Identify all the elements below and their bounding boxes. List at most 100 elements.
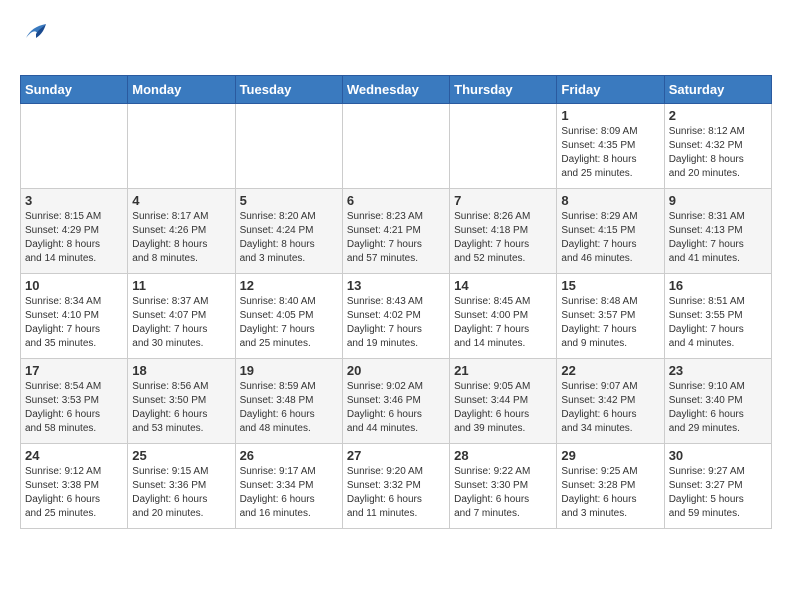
calendar-cell: 23 Sunrise: 9:10 AM Sunset: 3:40 PM Dayli… bbox=[664, 359, 771, 444]
calendar-cell: 9 Sunrise: 8:31 AM Sunset: 4:13 PM Daylig… bbox=[664, 189, 771, 274]
day-number: 29 bbox=[561, 448, 659, 463]
calendar-header-row: SundayMondayTuesdayWednesdayThursdayFrid… bbox=[21, 76, 772, 104]
day-info: Sunrise: 8:09 AM Sunset: 4:35 PM Dayligh… bbox=[561, 125, 659, 181]
day-number: 21 bbox=[454, 363, 552, 378]
day-info: Sunrise: 9:05 AM Sunset: 3:44 PM Dayligh… bbox=[454, 380, 552, 436]
day-info: Sunrise: 8:17 AM Sunset: 4:26 PM Dayligh… bbox=[132, 210, 230, 266]
day-info: Sunrise: 9:07 AM Sunset: 3:42 PM Dayligh… bbox=[561, 380, 659, 436]
calendar-table: SundayMondayTuesdayWednesdayThursdayFrid… bbox=[20, 75, 772, 529]
day-number: 3 bbox=[25, 193, 123, 208]
day-info: Sunrise: 8:43 AM Sunset: 4:02 PM Dayligh… bbox=[347, 295, 445, 351]
calendar-cell: 29 Sunrise: 9:25 AM Sunset: 3:28 PM Dayli… bbox=[557, 444, 664, 529]
day-info: Sunrise: 9:02 AM Sunset: 3:46 PM Dayligh… bbox=[347, 380, 445, 436]
calendar-week-row: 17 Sunrise: 8:54 AM Sunset: 3:53 PM Dayli… bbox=[21, 359, 772, 444]
calendar-cell: 12 Sunrise: 8:40 AM Sunset: 4:05 PM Dayli… bbox=[235, 274, 342, 359]
day-number: 10 bbox=[25, 278, 123, 293]
column-header-wednesday: Wednesday bbox=[342, 76, 449, 104]
day-number: 14 bbox=[454, 278, 552, 293]
day-info: Sunrise: 9:15 AM Sunset: 3:36 PM Dayligh… bbox=[132, 465, 230, 521]
calendar-cell: 18 Sunrise: 8:56 AM Sunset: 3:50 PM Dayli… bbox=[128, 359, 235, 444]
calendar-cell: 27 Sunrise: 9:20 AM Sunset: 3:32 PM Dayli… bbox=[342, 444, 449, 529]
day-number: 19 bbox=[240, 363, 338, 378]
calendar-week-row: 1 Sunrise: 8:09 AM Sunset: 4:35 PM Daylig… bbox=[21, 104, 772, 189]
calendar-cell: 20 Sunrise: 9:02 AM Sunset: 3:46 PM Dayli… bbox=[342, 359, 449, 444]
day-number: 26 bbox=[240, 448, 338, 463]
calendar-cell bbox=[21, 104, 128, 189]
day-number: 11 bbox=[132, 278, 230, 293]
day-info: Sunrise: 8:45 AM Sunset: 4:00 PM Dayligh… bbox=[454, 295, 552, 351]
calendar-week-row: 3 Sunrise: 8:15 AM Sunset: 4:29 PM Daylig… bbox=[21, 189, 772, 274]
day-number: 12 bbox=[240, 278, 338, 293]
day-number: 4 bbox=[132, 193, 230, 208]
day-number: 1 bbox=[561, 108, 659, 123]
calendar-cell: 1 Sunrise: 8:09 AM Sunset: 4:35 PM Daylig… bbox=[557, 104, 664, 189]
day-number: 17 bbox=[25, 363, 123, 378]
day-number: 15 bbox=[561, 278, 659, 293]
calendar-cell: 10Sunrise: 8:34 AM Sunset: 4:10 PM Dayli… bbox=[21, 274, 128, 359]
calendar-cell: 15 Sunrise: 8:48 AM Sunset: 3:57 PM Dayli… bbox=[557, 274, 664, 359]
day-number: 7 bbox=[454, 193, 552, 208]
day-info: Sunrise: 9:25 AM Sunset: 3:28 PM Dayligh… bbox=[561, 465, 659, 521]
day-info: Sunrise: 8:26 AM Sunset: 4:18 PM Dayligh… bbox=[454, 210, 552, 266]
day-number: 6 bbox=[347, 193, 445, 208]
day-number: 24 bbox=[25, 448, 123, 463]
column-header-sunday: Sunday bbox=[21, 76, 128, 104]
day-info: Sunrise: 8:56 AM Sunset: 3:50 PM Dayligh… bbox=[132, 380, 230, 436]
day-number: 22 bbox=[561, 363, 659, 378]
calendar-cell: 7 Sunrise: 8:26 AM Sunset: 4:18 PM Daylig… bbox=[450, 189, 557, 274]
day-number: 9 bbox=[669, 193, 767, 208]
day-info: Sunrise: 8:37 AM Sunset: 4:07 PM Dayligh… bbox=[132, 295, 230, 351]
day-info: Sunrise: 9:10 AM Sunset: 3:40 PM Dayligh… bbox=[669, 380, 767, 436]
calendar-cell bbox=[450, 104, 557, 189]
calendar-cell: 22 Sunrise: 9:07 AM Sunset: 3:42 PM Dayli… bbox=[557, 359, 664, 444]
calendar-cell: 30Sunrise: 9:27 AM Sunset: 3:27 PM Dayli… bbox=[664, 444, 771, 529]
page-header bbox=[20, 20, 772, 65]
calendar-cell: 28Sunrise: 9:22 AM Sunset: 3:30 PM Dayli… bbox=[450, 444, 557, 529]
day-info: Sunrise: 8:29 AM Sunset: 4:15 PM Dayligh… bbox=[561, 210, 659, 266]
column-header-saturday: Saturday bbox=[664, 76, 771, 104]
calendar-cell: 16Sunrise: 8:51 AM Sunset: 3:55 PM Dayli… bbox=[664, 274, 771, 359]
day-number: 27 bbox=[347, 448, 445, 463]
day-info: Sunrise: 8:54 AM Sunset: 3:53 PM Dayligh… bbox=[25, 380, 123, 436]
calendar-cell bbox=[342, 104, 449, 189]
calendar-cell: 25 Sunrise: 9:15 AM Sunset: 3:36 PM Dayli… bbox=[128, 444, 235, 529]
column-header-friday: Friday bbox=[557, 76, 664, 104]
day-info: Sunrise: 8:51 AM Sunset: 3:55 PM Dayligh… bbox=[669, 295, 767, 351]
calendar-cell: 21 Sunrise: 9:05 AM Sunset: 3:44 PM Dayli… bbox=[450, 359, 557, 444]
day-info: Sunrise: 8:12 AM Sunset: 4:32 PM Dayligh… bbox=[669, 125, 767, 181]
calendar-cell: 2 Sunrise: 8:12 AM Sunset: 4:32 PM Daylig… bbox=[664, 104, 771, 189]
day-number: 20 bbox=[347, 363, 445, 378]
calendar-cell: 4 Sunrise: 8:17 AM Sunset: 4:26 PM Daylig… bbox=[128, 189, 235, 274]
day-number: 28 bbox=[454, 448, 552, 463]
calendar-cell: 26 Sunrise: 9:17 AM Sunset: 3:34 PM Dayli… bbox=[235, 444, 342, 529]
column-header-thursday: Thursday bbox=[450, 76, 557, 104]
calendar-cell: 24 Sunrise: 9:12 AM Sunset: 3:38 PM Dayli… bbox=[21, 444, 128, 529]
day-info: Sunrise: 8:23 AM Sunset: 4:21 PM Dayligh… bbox=[347, 210, 445, 266]
day-number: 2 bbox=[669, 108, 767, 123]
day-info: Sunrise: 9:20 AM Sunset: 3:32 PM Dayligh… bbox=[347, 465, 445, 521]
day-number: 25 bbox=[132, 448, 230, 463]
column-header-tuesday: Tuesday bbox=[235, 76, 342, 104]
day-info: Sunrise: 8:40 AM Sunset: 4:05 PM Dayligh… bbox=[240, 295, 338, 351]
day-info: Sunrise: 9:17 AM Sunset: 3:34 PM Dayligh… bbox=[240, 465, 338, 521]
calendar-cell: 17 Sunrise: 8:54 AM Sunset: 3:53 PM Dayli… bbox=[21, 359, 128, 444]
day-info: Sunrise: 8:59 AM Sunset: 3:48 PM Dayligh… bbox=[240, 380, 338, 436]
calendar-cell: 6 Sunrise: 8:23 AM Sunset: 4:21 PM Daylig… bbox=[342, 189, 449, 274]
logo bbox=[20, 20, 50, 65]
day-info: Sunrise: 8:31 AM Sunset: 4:13 PM Dayligh… bbox=[669, 210, 767, 266]
calendar-cell: 5Sunrise: 8:20 AM Sunset: 4:24 PM Daylig… bbox=[235, 189, 342, 274]
day-info: Sunrise: 9:12 AM Sunset: 3:38 PM Dayligh… bbox=[25, 465, 123, 521]
calendar-week-row: 10Sunrise: 8:34 AM Sunset: 4:10 PM Dayli… bbox=[21, 274, 772, 359]
calendar-cell: 19 Sunrise: 8:59 AM Sunset: 3:48 PM Dayli… bbox=[235, 359, 342, 444]
calendar-cell: 14 Sunrise: 8:45 AM Sunset: 4:00 PM Dayli… bbox=[450, 274, 557, 359]
day-number: 23 bbox=[669, 363, 767, 378]
calendar-cell bbox=[128, 104, 235, 189]
column-header-monday: Monday bbox=[128, 76, 235, 104]
day-info: Sunrise: 8:15 AM Sunset: 4:29 PM Dayligh… bbox=[25, 210, 123, 266]
day-info: Sunrise: 8:20 AM Sunset: 4:24 PM Dayligh… bbox=[240, 210, 338, 266]
day-info: Sunrise: 9:27 AM Sunset: 3:27 PM Dayligh… bbox=[669, 465, 767, 521]
calendar-cell: 3 Sunrise: 8:15 AM Sunset: 4:29 PM Daylig… bbox=[21, 189, 128, 274]
day-number: 18 bbox=[132, 363, 230, 378]
day-info: Sunrise: 8:48 AM Sunset: 3:57 PM Dayligh… bbox=[561, 295, 659, 351]
calendar-cell: 11 Sunrise: 8:37 AM Sunset: 4:07 PM Dayli… bbox=[128, 274, 235, 359]
